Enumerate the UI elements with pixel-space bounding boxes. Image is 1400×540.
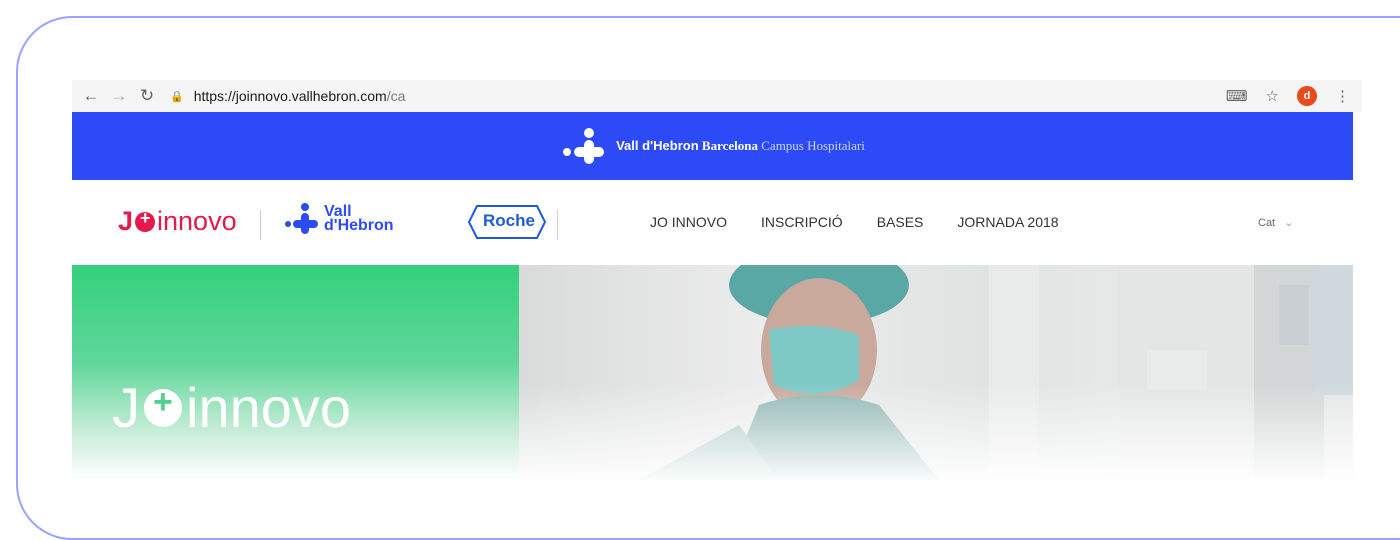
- hero-logo-prefix: J: [112, 376, 140, 439]
- jo-logo-suffix: innovo: [157, 206, 237, 236]
- jo-logo-prefix: J: [118, 206, 134, 236]
- logo-divider: [557, 210, 558, 240]
- lock-icon: 🔒: [170, 90, 184, 103]
- url-host: https://joinnovo.vallhebron.com: [193, 88, 387, 104]
- plus-circle-icon: [144, 383, 182, 427]
- language-label: Cat: [1258, 217, 1276, 229]
- roche-label: Roche: [483, 211, 535, 230]
- hero-logo-suffix: innovo: [186, 376, 352, 439]
- banner-city: Barcelona: [701, 138, 758, 153]
- plus-circle-icon: [135, 208, 156, 232]
- menu-item-jornada-2018[interactable]: JORNADA 2018: [957, 214, 1058, 230]
- browser-toolbar: ← → ↻ 🔒 https://joinnovo.vallhebron.com /…: [72, 80, 1362, 112]
- hero-jo-innovo-logo: J innovo: [112, 375, 351, 440]
- menu-item-bases[interactable]: BASES: [877, 214, 924, 230]
- vall-dhebron-cross-icon: [285, 203, 318, 234]
- translate-icon[interactable]: ⌨: [1226, 87, 1248, 105]
- banner-brand: Vall d'Hebron: [616, 138, 699, 153]
- banner-campus: Campus Hospitalari: [761, 138, 865, 153]
- address-bar[interactable]: 🔒 https://joinnovo.vallhebron.com/ca: [170, 83, 1170, 109]
- menu-item-jo-innovo[interactable]: JO INNOVO: [650, 214, 727, 230]
- roche-logo[interactable]: Roche: [467, 204, 547, 245]
- logo-divider: [260, 210, 261, 240]
- reload-icon[interactable]: ↻: [138, 86, 156, 105]
- site-header: J innovo Vall d'Hebron Roche JO INNOVO I…: [72, 180, 1353, 265]
- menu-item-inscripcio[interactable]: INSCRIPCIÓ: [761, 214, 843, 230]
- vall-dhebron-logo[interactable]: Vall d'Hebron: [284, 202, 394, 236]
- vall-dhebron-cross-icon: [563, 128, 605, 164]
- chevron-down-icon: ⌄: [1284, 217, 1294, 229]
- more-menu-icon[interactable]: ⋮: [1335, 87, 1350, 105]
- back-arrow-icon[interactable]: ←: [82, 86, 100, 105]
- hero-green-panel: J innovo: [72, 265, 519, 480]
- jo-innovo-logo[interactable]: J innovo: [118, 206, 237, 237]
- star-bookmark-icon[interactable]: ☆: [1266, 87, 1279, 105]
- hero-photo: [519, 265, 1353, 480]
- profile-avatar[interactable]: d: [1297, 86, 1317, 106]
- main-menu: JO INNOVO INSCRIPCIÓ BASES JORNADA 2018: [650, 214, 1059, 230]
- vh-logo-line2: d'Hebron: [324, 217, 394, 234]
- photo-fade-overlay: [519, 265, 1353, 480]
- language-selector[interactable]: Cat ⌄: [1258, 216, 1293, 229]
- campus-banner: Vall d'Hebron Barcelona Campus Hospitala…: [72, 112, 1353, 180]
- forward-arrow-icon[interactable]: →: [110, 86, 128, 105]
- url-path: /ca: [386, 88, 406, 104]
